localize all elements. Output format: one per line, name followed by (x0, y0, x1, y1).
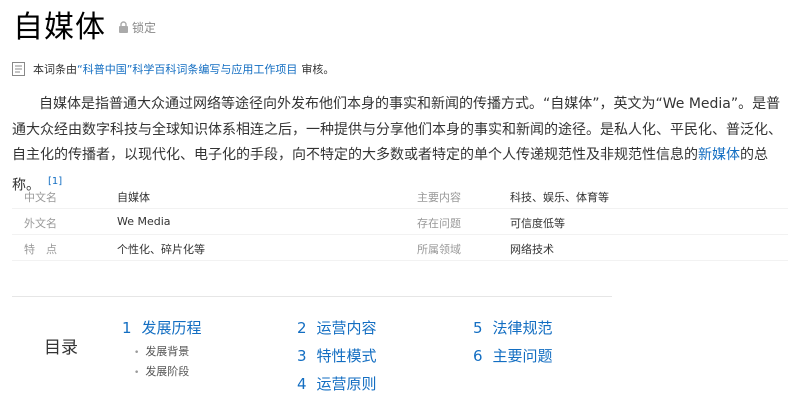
infobox-value: 科技、娱乐、体育等 (510, 191, 609, 204)
toc-item-history[interactable]: 1 发展历程 (122, 317, 202, 338)
toc-subitem-label: 发展背景 (145, 345, 190, 358)
new-media-link[interactable]: 新媒体 (698, 147, 740, 163)
toc-item-label: 法律规范 (492, 319, 553, 337)
toc-item-label: 主要问题 (492, 347, 553, 365)
toc-item-label: 运营原则 (316, 375, 377, 393)
infobox-row: 外文名 We Media 存在问题 可信度低等 (12, 209, 788, 235)
infobox-key: 特 点 (24, 243, 57, 256)
toc-item-legal-norms[interactable]: 5 法律规范 (473, 317, 553, 338)
infobox-key: 所属领域 (417, 243, 461, 256)
infobox-key: 外文名 (24, 217, 57, 230)
toc-item-operation-principles[interactable]: 4 运营原则 (297, 373, 377, 394)
infobox-value: 个性化、碎片化等 (117, 243, 205, 256)
toc-item-label: 发展历程 (141, 319, 202, 337)
toc-subitem-label: 发展阶段 (145, 365, 190, 378)
infobox-row: 特 点 个性化、碎片化等 所属领域 网络技术 (12, 235, 788, 261)
infobox-key: 中文名 (24, 191, 57, 204)
infobox-key: 存在问题 (417, 217, 461, 230)
infobox-value: We Media (117, 215, 171, 228)
document-icon (12, 62, 25, 76)
toc-item-label: 特性模式 (316, 347, 377, 365)
toc-item-number: 5 (473, 319, 483, 337)
toc-item-feature-model[interactable]: 3 特性模式 (297, 345, 377, 366)
infobox-value: 自媒体 (117, 191, 150, 204)
toc-title: 目录 (44, 338, 78, 358)
infobox-value: 可信度低等 (510, 217, 565, 230)
toc-item-label: 运营内容 (316, 319, 377, 337)
infobox: 中文名 自媒体 主要内容 科技、娱乐、体育等 外文名 We Media 存在问题… (12, 183, 788, 261)
lock-label: 锁定 (132, 20, 157, 35)
infobox-key: 主要内容 (417, 191, 461, 204)
toc-item-number: 3 (297, 347, 307, 365)
bullet-icon: • (134, 348, 140, 358)
infobox-value: 网络技术 (510, 243, 554, 256)
toc-item-number: 4 (297, 375, 307, 393)
toc-item-number: 6 (473, 347, 483, 365)
review-prefix: 本词条由 (33, 63, 77, 76)
toc-subitem-background[interactable]: • 发展背景 (134, 343, 189, 359)
toc-item-main-issues[interactable]: 6 主要问题 (473, 345, 553, 366)
lock-icon (119, 21, 128, 33)
title-row: 自媒体 锁定 (13, 4, 156, 45)
lock-status[interactable]: 锁定 (118, 19, 156, 36)
summary-text: 自媒体是指普通大众通过网络等途径向外发布他们本身的事实和新闻的传播方式。“自媒体… (12, 96, 782, 163)
toc-item-operation-content[interactable]: 2 运营内容 (297, 317, 377, 338)
table-of-contents: 目录 1 发展历程 • 发展背景 • 发展阶段 2 运营内容 3 特性模式 4 运营原则 5… (12, 296, 612, 411)
review-notice: 本词条由 “科普中国”科学百科词条编写与应用工作项目 审核。 (12, 61, 334, 77)
toc-item-number: 1 (122, 319, 132, 337)
review-project-link[interactable]: “科普中国”科学百科词条编写与应用工作项目 (77, 61, 297, 77)
page-title: 自媒体 (13, 10, 106, 45)
toc-item-number: 2 (297, 319, 307, 337)
bullet-icon: • (134, 368, 140, 378)
toc-subitem-stages[interactable]: • 发展阶段 (134, 363, 189, 379)
review-suffix: 审核。 (301, 63, 335, 76)
infobox-row: 中文名 自媒体 主要内容 科技、娱乐、体育等 (12, 183, 788, 209)
